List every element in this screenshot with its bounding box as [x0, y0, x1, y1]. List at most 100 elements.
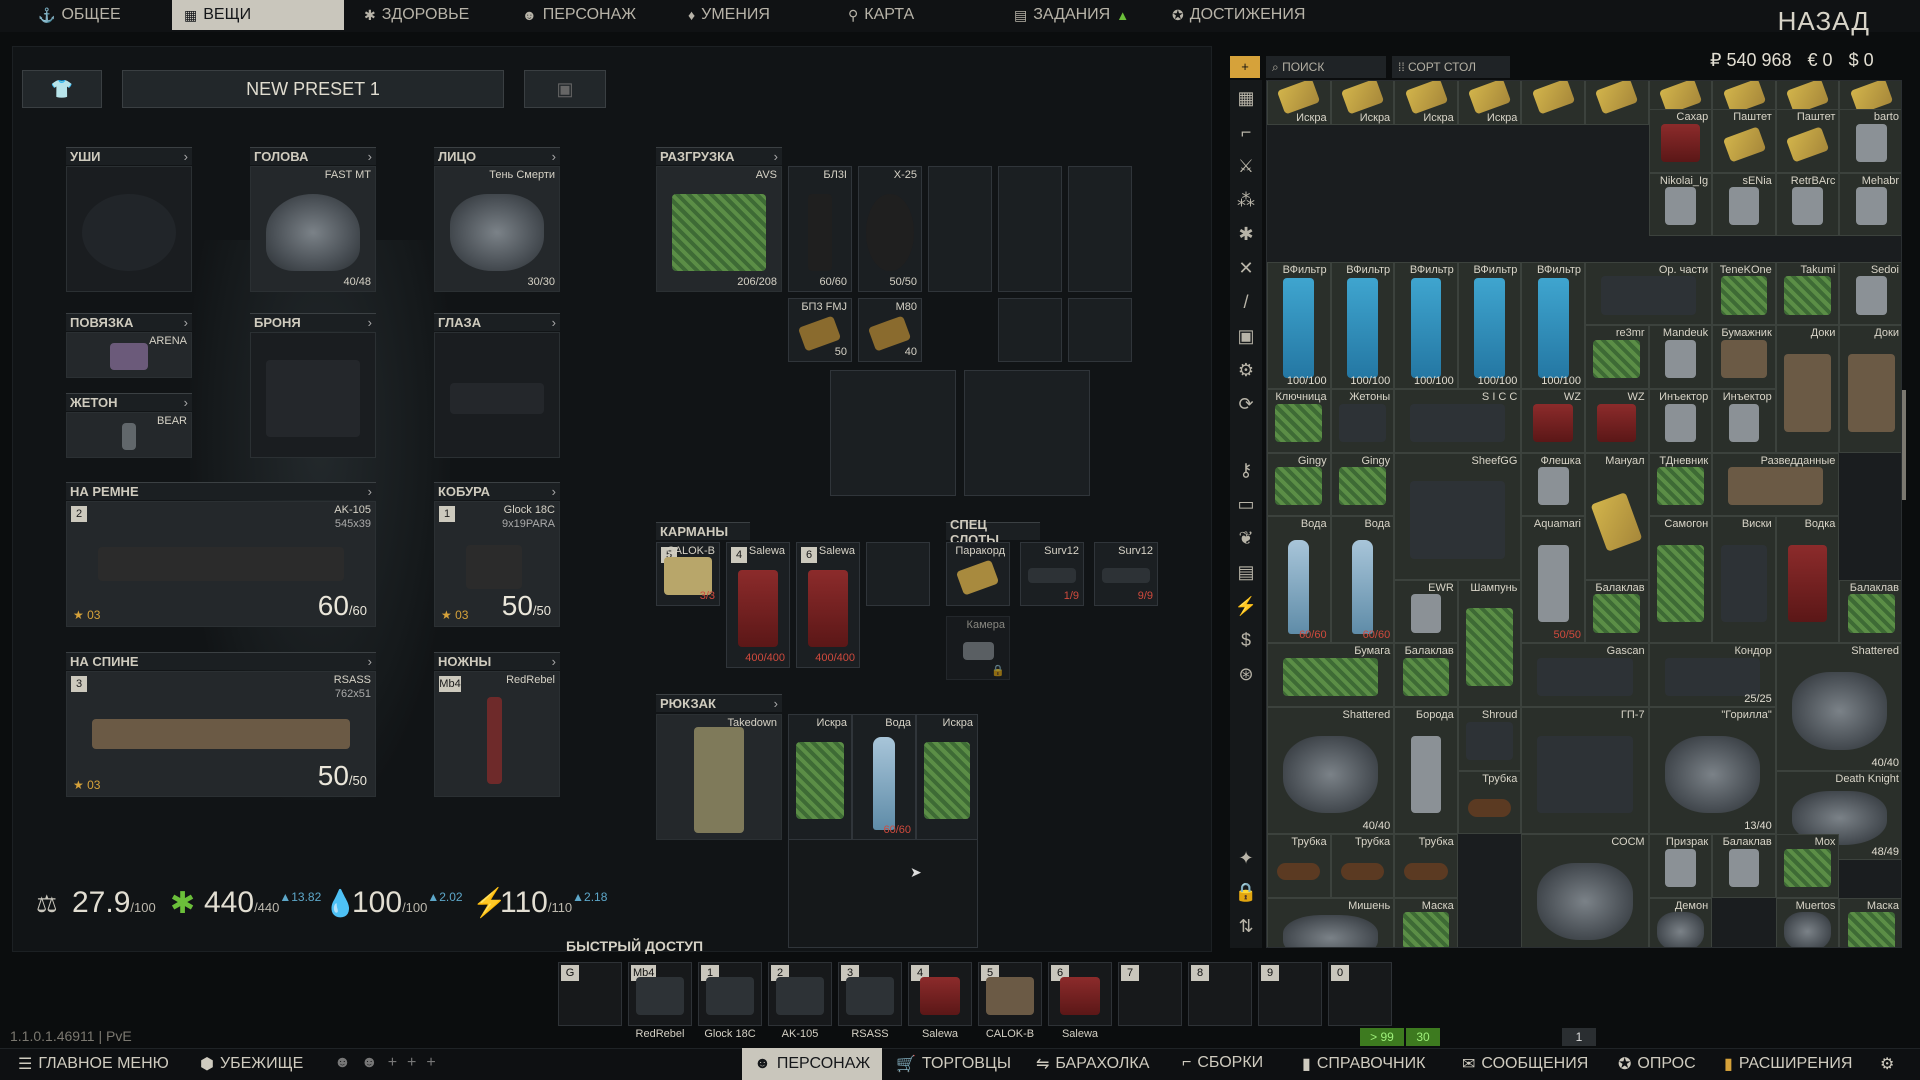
secondary-weapon-slot[interactable]: 3 RSASS 762x51 50/50 ★ 03	[66, 671, 376, 797]
stash-item[interactable]: Shattered 40/40	[1775, 643, 1901, 771]
knife-slot[interactable]: Mb4 RedRebel	[434, 671, 560, 797]
filter-books-icon[interactable]: ▤	[1230, 556, 1262, 588]
quick-slot[interactable]: 1	[698, 962, 762, 1026]
rig-cell-empty[interactable]	[998, 166, 1062, 292]
backpack-cell[interactable]: Искра	[788, 714, 852, 840]
stash-item[interactable]: ГП-7	[1521, 707, 1649, 835]
stash-item[interactable]: Водка	[1775, 516, 1840, 644]
filter-special-icon[interactable]: ⚡	[1230, 590, 1262, 622]
stash-item[interactable]: WZ	[1585, 389, 1649, 453]
pocket-cell[interactable]: 4 Salewa 400/400	[726, 542, 790, 668]
stash-item[interactable]: Трубка	[1330, 834, 1395, 898]
stash-item[interactable]: Борода	[1394, 707, 1458, 835]
filter-containers-icon[interactable]: ▣	[1230, 320, 1262, 352]
stash-item[interactable]: Ор. части	[1585, 261, 1713, 326]
stash-item[interactable]: Жетоны	[1330, 389, 1395, 453]
stash-item[interactable]: Инъектор	[1648, 389, 1713, 453]
stash-item[interactable]: RetrBArc	[1775, 172, 1840, 237]
stash-item[interactable]: Muertos	[1775, 897, 1840, 947]
stash-item[interactable]: Балаклав	[1712, 834, 1776, 898]
stash-search-input[interactable]: ⌕ ПОИСК	[1266, 56, 1386, 78]
stash-item[interactable]: WZ	[1521, 389, 1585, 453]
stash-item[interactable]: Aquamari 50/50	[1521, 516, 1585, 644]
stash-item[interactable]: Мануал	[1585, 452, 1649, 580]
stash-item[interactable]: Балаклав	[1585, 579, 1649, 644]
rig-cell-empty[interactable]	[1068, 166, 1132, 292]
stash-item[interactable]: Ключница	[1267, 389, 1331, 453]
stash-item[interactable]: Трубка	[1457, 770, 1522, 835]
survey-button[interactable]: ✪ ОПРОС	[1618, 1054, 1696, 1074]
holster-slot[interactable]: 1 Glock 18C 9x19PARA 50/50 ★ 03	[434, 501, 560, 627]
backpack-cell[interactable]: Искра	[916, 714, 978, 840]
quick-slot[interactable]: 7	[1118, 962, 1182, 1026]
sort-table-button[interactable]: ⁞⁞ СОРТ СТОЛ	[1392, 56, 1510, 78]
save-preset-button[interactable]: ▣	[524, 70, 606, 108]
stash-item[interactable]: Мишень	[1267, 897, 1395, 947]
stash-item[interactable]: Gingy	[1330, 452, 1395, 517]
filter-info-icon[interactable]: ▭	[1230, 488, 1262, 520]
filter-gear-icon[interactable]: ⚔	[1230, 150, 1262, 182]
stash-item[interactable]: sENia	[1712, 172, 1776, 237]
stash-item[interactable]: Паштет	[1775, 109, 1840, 173]
add-player-icon[interactable]: +	[388, 1054, 397, 1072]
stash-item[interactable]: Shattered 40/40	[1267, 707, 1395, 835]
stash-item[interactable]: Бумага	[1267, 643, 1395, 707]
tab-map[interactable]: ⚲ КАРТА	[836, 0, 926, 30]
quick-slot[interactable]: Mb4	[628, 962, 692, 1026]
stash-item[interactable]: Шампунь	[1457, 579, 1522, 707]
stash-scrollbar[interactable]	[1902, 390, 1906, 500]
rig-cell-empty[interactable]	[964, 370, 1090, 496]
special-slot[interactable]: Камера 🔒	[946, 616, 1010, 680]
stash-item[interactable]: Nikolai_Ig	[1648, 172, 1713, 237]
stash-item[interactable]: Маска	[1839, 897, 1901, 947]
stash-item[interactable]: ТДневник	[1648, 452, 1713, 517]
stash-item[interactable]: ВФильтр 100/100	[1457, 261, 1522, 389]
rig-cell-empty[interactable]	[1068, 298, 1132, 362]
quick-slot[interactable]: 0	[1328, 962, 1392, 1026]
head-slot[interactable]: FAST MT 40/48	[250, 166, 376, 292]
character-nav-button[interactable]: ☻ ПЕРСОНАЖ	[742, 1048, 883, 1080]
eyes-slot[interactable]	[434, 332, 560, 458]
stash-item[interactable]: Сахар	[1648, 109, 1713, 173]
preset-name-field[interactable]: NEW PRESET 1	[122, 70, 504, 108]
filter-melee-icon[interactable]: /	[1230, 286, 1262, 318]
primary-weapon-slot[interactable]: 2 AK-105 545x39 60/60 ★ 03	[66, 501, 376, 627]
tab-health[interactable]: ✱ ЗДОРОВЬЕ	[352, 0, 481, 30]
stash-item[interactable]: TeneKOne	[1712, 261, 1776, 326]
stash-item[interactable]: Takumi	[1775, 261, 1840, 326]
tab-achievements[interactable]: ✪ ДОСТИЖЕНИЯ	[1160, 0, 1317, 30]
stash-item[interactable]: Искра	[1394, 81, 1458, 125]
special-slot[interactable]: Surv12 9/9	[1094, 542, 1158, 606]
stash-item[interactable]: Виски	[1712, 516, 1776, 644]
handbook-button[interactable]: ▮ СПРАВОЧНИК	[1302, 1054, 1425, 1074]
stash-item[interactable]: Мох	[1775, 834, 1840, 898]
stash-item[interactable]: Shroud	[1457, 707, 1522, 771]
stash-item[interactable]: Кондор 25/25	[1648, 643, 1776, 707]
quick-slot[interactable]: 3	[838, 962, 902, 1026]
quick-slot[interactable]: 2	[768, 962, 832, 1026]
stash-item[interactable]: Трубка	[1394, 834, 1458, 898]
main-menu-button[interactable]: ☰ ГЛАВНОЕ МЕНЮ	[18, 1054, 169, 1074]
back-button[interactable]: НАЗАД	[1778, 6, 1870, 37]
pin-icon[interactable]: ✦	[1230, 842, 1262, 874]
special-slot[interactable]: Surv12 1/9	[1020, 542, 1084, 606]
quick-slot[interactable]: 4	[908, 962, 972, 1026]
filter-tools-icon[interactable]: ✕	[1230, 252, 1262, 284]
extensions-button[interactable]: ▮ РАСШИРЕНИЯ	[1724, 1054, 1852, 1074]
ears-slot[interactable]	[66, 166, 192, 292]
filter-weapons-icon[interactable]: ⌐	[1230, 116, 1262, 148]
stash-item[interactable]: Gingy	[1267, 452, 1331, 517]
stash-item[interactable]: EWR	[1394, 579, 1458, 644]
stash-add-button[interactable]: +	[1230, 56, 1260, 78]
filter-food-icon[interactable]: ❦	[1230, 522, 1262, 554]
armor-slot[interactable]	[250, 332, 376, 458]
quick-slot[interactable]: G	[558, 962, 622, 1026]
backpack-cell[interactable]: Вода 60/60	[852, 714, 916, 840]
tab-character[interactable]: ☻ ПЕРСОНАЖ	[510, 0, 648, 30]
stash-item[interactable]: Демон	[1648, 897, 1713, 947]
stash-item[interactable]: S I C C	[1394, 389, 1522, 453]
add-player-icon[interactable]: +	[426, 1054, 435, 1072]
rig-cell[interactable]: M80 40	[858, 298, 922, 362]
pocket-cell[interactable]: 6 Salewa 400/400	[796, 542, 860, 668]
stash-item[interactable]: Паштет	[1712, 109, 1776, 173]
